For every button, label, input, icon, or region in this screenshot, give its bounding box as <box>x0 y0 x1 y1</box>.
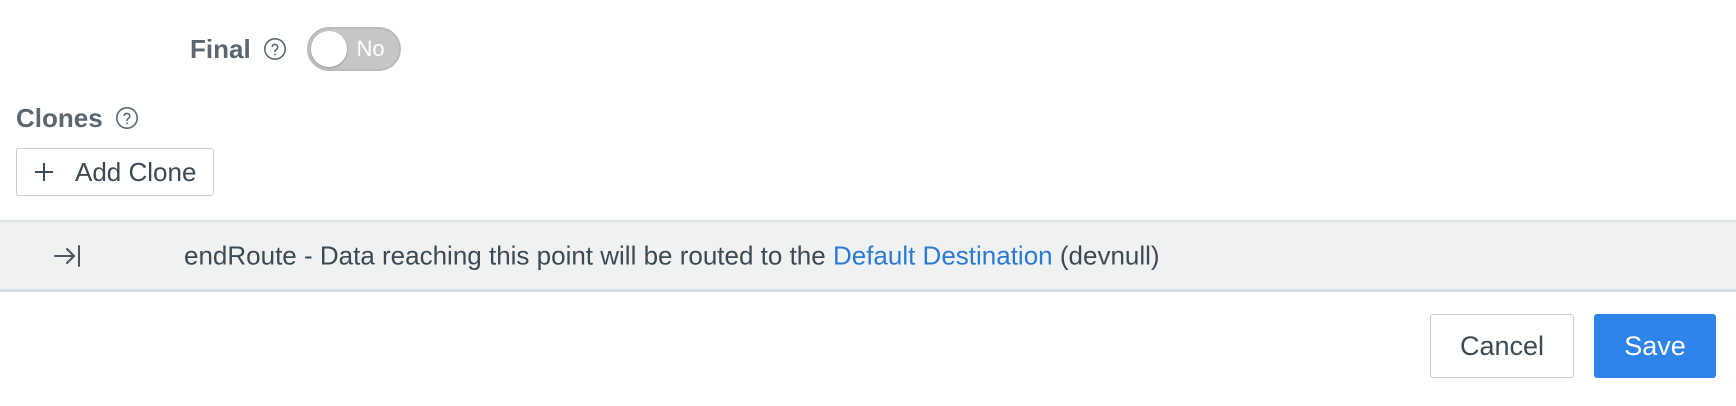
clones-label: Clones <box>16 102 103 133</box>
final-field-row: Final No <box>190 26 401 72</box>
toggle-knob <box>310 31 347 67</box>
clones-field-row: Clones <box>16 100 139 136</box>
add-clone-button[interactable]: Add Clone <box>16 148 214 196</box>
end-route-message: endRoute - Data reaching this point will… <box>184 240 1160 271</box>
plus-icon <box>33 161 55 183</box>
clones-help-icon[interactable] <box>115 106 139 130</box>
toggle-state-label: No <box>356 36 385 61</box>
save-button[interactable]: Save <box>1594 314 1716 378</box>
end-route-prefix: endRoute - Data reaching this point will… <box>184 240 833 270</box>
cancel-button[interactable]: Cancel <box>1430 314 1574 378</box>
end-route-suffix: (devnull) <box>1052 240 1160 270</box>
final-help-icon[interactable] <box>263 37 287 61</box>
end-route-bar: endRoute - Data reaching this point will… <box>0 220 1736 292</box>
arrow-right-to-bar-icon <box>52 243 82 269</box>
final-label: Final <box>190 33 251 64</box>
default-destination-link[interactable]: Default Destination <box>833 240 1053 270</box>
final-toggle[interactable]: No <box>306 27 401 71</box>
add-clone-label: Add Clone <box>75 156 197 187</box>
